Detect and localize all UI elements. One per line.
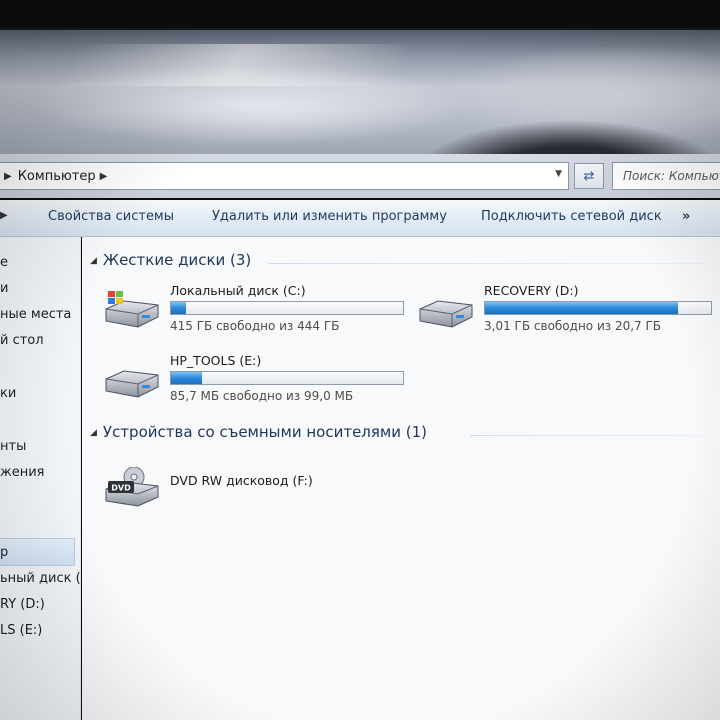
nav-item-computer[interactable]: р [0, 545, 8, 560]
drive-usage-bar [484, 301, 712, 315]
address-row: ▶ Компьютер ▶ ▼ ⇄ Поиск: Компьютер [0, 154, 720, 198]
drive-usage-bar [170, 301, 404, 315]
system-properties-button[interactable]: Свойства системы [48, 209, 174, 224]
breadcrumb-computer[interactable]: Компьютер [18, 169, 96, 184]
collapse-triangle-icon[interactable]: ◢ [90, 428, 97, 438]
refresh-button[interactable]: ⇄ [574, 163, 604, 189]
hard-drives-title: Жесткие диски (3) [102, 251, 252, 269]
drive-free-space: 415 ГБ свободно из 444 ГБ [170, 319, 340, 333]
navigation-pane: е и ные места й стол ки нты жения р ьный… [0, 237, 90, 720]
drive-usage-fill [171, 372, 203, 384]
dvd-label: DVD [111, 484, 131, 493]
drive-item-c[interactable]: Локальный диск (C:) 415 ГБ свободно из 4… [102, 283, 412, 339]
nav-selection-highlight [0, 538, 75, 566]
nav-item-favorites-1[interactable]: е [0, 255, 8, 270]
drive-free-space: 3,01 ГБ свободно из 20,7 ГБ [484, 319, 662, 333]
drive-name: HP_TOOLS (E:) [170, 353, 262, 368]
drive-usage-fill [485, 302, 679, 314]
nav-item-favorites-2[interactable]: и [0, 281, 8, 296]
drive-usage-bar [170, 371, 404, 385]
address-bar[interactable]: ▶ Компьютер ▶ ▼ [0, 162, 569, 190]
drive-usage-fill [171, 302, 187, 314]
drive-item-e[interactable]: HP_TOOLS (E:) 85,7 МБ свободно из 99,0 М… [102, 353, 412, 409]
nav-item-hp-tools-e[interactable]: LS (E:) [0, 623, 42, 638]
content-pane: ◢ Жесткие диски (3) Локальный диск (C:) 4… [82, 237, 720, 720]
dvd-drive-icon: DVD [105, 467, 159, 507]
nav-item-libraries[interactable]: ки [0, 386, 16, 401]
drive-free-space: 85,7 МБ свободно из 99,0 МБ [170, 389, 354, 403]
collapse-triangle-icon[interactable]: ◢ [90, 256, 97, 266]
nav-item-documents[interactable]: нты [0, 439, 26, 454]
command-bar: ▶ Свойства системы Удалить или изменить … [0, 200, 720, 237]
removable-devices-header[interactable]: ◢ Устройства со съемными носителями (1) [90, 423, 427, 441]
hard-drives-header[interactable]: ◢ Жесткие диски (3) [90, 251, 251, 269]
window-title-area [0, 28, 720, 156]
nav-item-desktop[interactable]: й стол [0, 333, 44, 348]
drive-name: DVD RW дисковод (F:) [170, 473, 313, 488]
drive-name: RECOVERY (D:) [484, 283, 579, 298]
group-divider [470, 435, 708, 436]
removable-devices-title: Устройства со съемными носителями (1) [102, 423, 427, 441]
group-divider [268, 263, 708, 264]
breadcrumb-chevron-icon[interactable]: ▶ [96, 171, 114, 182]
address-dropdown-icon[interactable]: ▼ [555, 169, 562, 179]
refresh-icon: ⇄ [583, 168, 595, 184]
drive-item-d[interactable]: RECOVERY (D:) 3,01 ГБ свободно из 20,7 Г… [416, 283, 716, 339]
drive-item-dvd[interactable]: DVD DVD RW дисковод (F:) [102, 461, 402, 517]
hard-drive-icon [105, 370, 159, 398]
more-commands-button[interactable]: » [682, 209, 690, 224]
uninstall-program-button[interactable]: Удалить или изменить программу [212, 209, 447, 224]
nav-item-recent-places[interactable]: ные места [0, 307, 71, 322]
drive-name: Локальный диск (C:) [170, 283, 306, 298]
search-input[interactable]: Поиск: Компьютер [612, 162, 720, 190]
hard-drive-icon [419, 300, 473, 328]
windows-drive-icon [105, 291, 159, 328]
map-network-drive-button[interactable]: Подключить сетевой диск [481, 209, 662, 224]
nav-item-images[interactable]: жения [0, 465, 44, 480]
glass-reflection [60, 44, 410, 86]
breadcrumb-arrow-icon[interactable]: ▶ [0, 171, 18, 182]
nav-item-local-disk-c[interactable]: ьный диск (С [0, 571, 90, 586]
command-bar-arrow-icon: ▶ [0, 210, 8, 221]
nav-item-recovery-d[interactable]: RY (D:) [0, 597, 45, 612]
